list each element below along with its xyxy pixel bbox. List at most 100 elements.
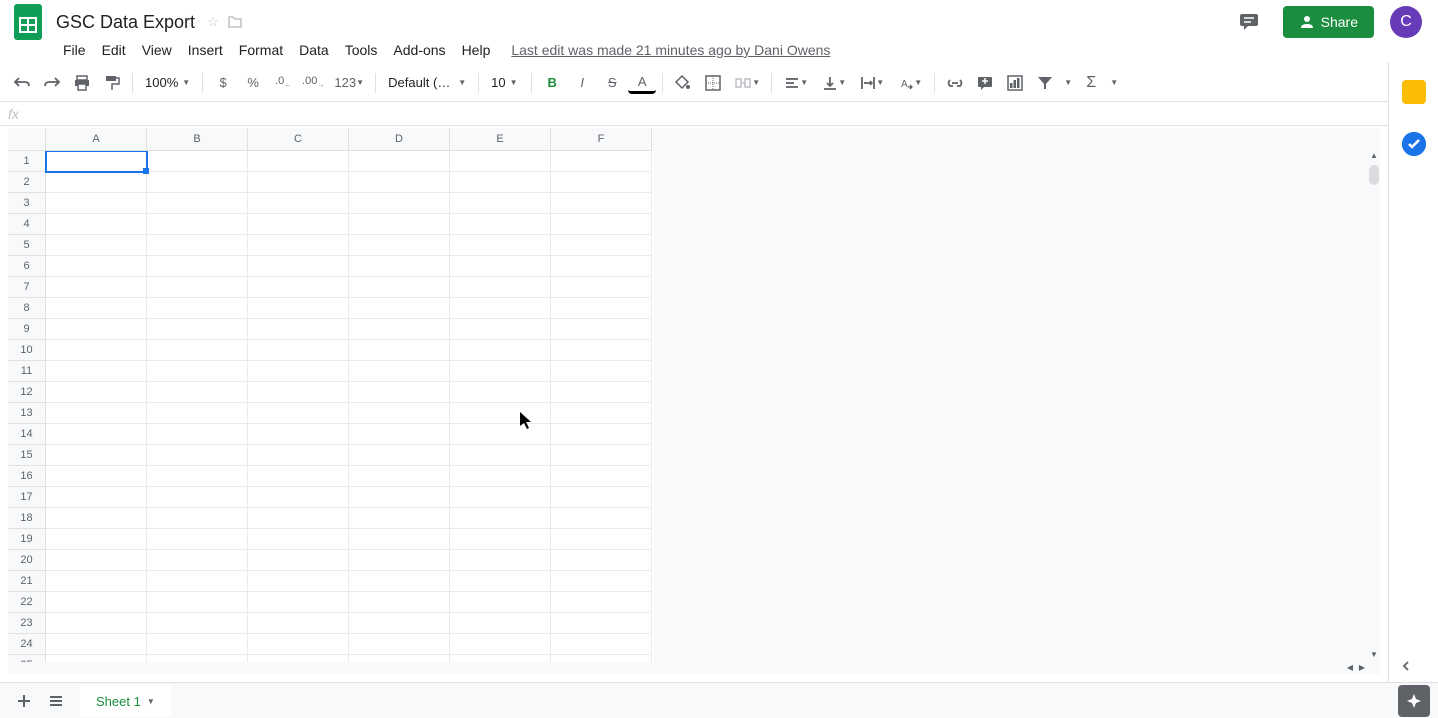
row-header[interactable]: 14	[8, 424, 46, 445]
cell[interactable]	[147, 319, 248, 340]
all-sheets-button[interactable]	[40, 685, 72, 717]
cell[interactable]	[46, 298, 147, 319]
cell[interactable]	[551, 634, 652, 655]
row-header[interactable]: 9	[8, 319, 46, 340]
cell[interactable]	[46, 403, 147, 424]
cell[interactable]	[248, 214, 349, 235]
row-header[interactable]: 21	[8, 571, 46, 592]
menu-data[interactable]: Data	[292, 38, 336, 62]
text-rotation-button[interactable]: A▼	[892, 69, 928, 97]
cell[interactable]	[450, 508, 551, 529]
cell[interactable]	[551, 571, 652, 592]
menu-tools[interactable]: Tools	[338, 38, 385, 62]
cell[interactable]	[349, 424, 450, 445]
cell[interactable]	[147, 571, 248, 592]
cell[interactable]	[248, 571, 349, 592]
cell[interactable]	[46, 466, 147, 487]
cell[interactable]	[349, 508, 450, 529]
cell[interactable]	[248, 298, 349, 319]
cell[interactable]	[450, 613, 551, 634]
account-avatar[interactable]: C	[1390, 6, 1422, 38]
cell[interactable]	[551, 487, 652, 508]
cell[interactable]	[248, 256, 349, 277]
menu-format[interactable]: Format	[232, 38, 290, 62]
cell[interactable]	[349, 382, 450, 403]
format-currency-button[interactable]: $	[209, 69, 237, 97]
row-header[interactable]: 1	[8, 151, 46, 172]
cell[interactable]	[46, 508, 147, 529]
zoom-select[interactable]: 100%▼	[139, 73, 196, 92]
cell[interactable]	[248, 634, 349, 655]
cell[interactable]	[46, 235, 147, 256]
cell[interactable]	[349, 613, 450, 634]
text-wrap-button[interactable]: ▼	[854, 69, 890, 97]
cell[interactable]	[349, 571, 450, 592]
font-select[interactable]: Default (Ari...▼	[382, 73, 472, 92]
cell[interactable]	[248, 319, 349, 340]
cell[interactable]	[46, 319, 147, 340]
row-header[interactable]: 24	[8, 634, 46, 655]
cell[interactable]	[551, 508, 652, 529]
cell[interactable]	[450, 424, 551, 445]
cell[interactable]	[248, 403, 349, 424]
cell[interactable]	[46, 571, 147, 592]
cell[interactable]	[349, 529, 450, 550]
cell[interactable]	[349, 592, 450, 613]
cell[interactable]	[248, 382, 349, 403]
cell[interactable]	[147, 214, 248, 235]
cell[interactable]	[349, 340, 450, 361]
row-header[interactable]: 15	[8, 445, 46, 466]
borders-button[interactable]	[699, 69, 727, 97]
cell[interactable]	[147, 403, 248, 424]
scroll-down-icon[interactable]: ▼	[1368, 650, 1380, 662]
cell[interactable]	[46, 550, 147, 571]
tasks-icon[interactable]	[1402, 132, 1426, 156]
cell[interactable]	[248, 508, 349, 529]
cell[interactable]	[551, 172, 652, 193]
row-header[interactable]: 8	[8, 298, 46, 319]
insert-chart-button[interactable]	[1001, 69, 1029, 97]
cell[interactable]	[147, 172, 248, 193]
cell[interactable]	[349, 550, 450, 571]
cell[interactable]	[46, 634, 147, 655]
cell[interactable]	[450, 319, 551, 340]
row-header[interactable]: 23	[8, 613, 46, 634]
insert-comment-button[interactable]	[971, 69, 999, 97]
functions-button[interactable]: Σ	[1077, 69, 1105, 97]
cell[interactable]	[450, 529, 551, 550]
row-header[interactable]: 2	[8, 172, 46, 193]
cell[interactable]	[450, 634, 551, 655]
column-header[interactable]: F	[551, 128, 652, 151]
cell[interactable]	[349, 634, 450, 655]
cell[interactable]	[147, 424, 248, 445]
column-header[interactable]: C	[248, 128, 349, 151]
cell[interactable]	[349, 235, 450, 256]
scroll-right-icon[interactable]: ▶	[1356, 662, 1368, 674]
cell[interactable]	[248, 151, 349, 172]
cell[interactable]	[551, 298, 652, 319]
cell[interactable]	[349, 214, 450, 235]
cell[interactable]	[46, 529, 147, 550]
cell[interactable]	[450, 403, 551, 424]
cell[interactable]	[450, 487, 551, 508]
keep-icon[interactable]	[1402, 80, 1426, 104]
cell[interactable]	[46, 277, 147, 298]
cell[interactable]	[349, 319, 450, 340]
cell[interactable]	[450, 277, 551, 298]
chevron-down-icon[interactable]: ▼	[147, 697, 155, 706]
cell[interactable]	[46, 193, 147, 214]
cell[interactable]	[147, 277, 248, 298]
cell[interactable]	[248, 172, 349, 193]
cell[interactable]	[147, 298, 248, 319]
cell[interactable]	[248, 613, 349, 634]
cell[interactable]	[147, 550, 248, 571]
cell[interactable]	[450, 592, 551, 613]
increase-decimal-button[interactable]: .00→	[299, 69, 327, 97]
last-edit-status[interactable]: Last edit was made 21 minutes ago by Dan…	[511, 42, 830, 58]
vertical-align-button[interactable]: ▼	[816, 69, 852, 97]
cell[interactable]	[46, 382, 147, 403]
cell[interactable]	[248, 445, 349, 466]
cell[interactable]	[147, 382, 248, 403]
format-percent-button[interactable]: %	[239, 69, 267, 97]
cell[interactable]	[349, 277, 450, 298]
